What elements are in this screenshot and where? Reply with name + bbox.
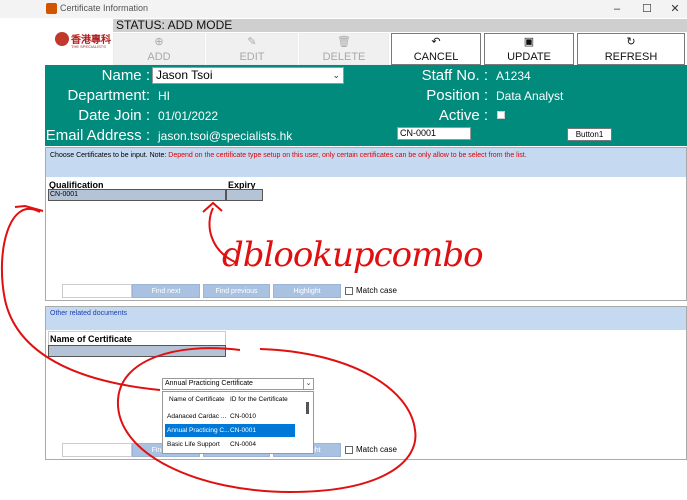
annotation-left-loop xyxy=(1,208,161,391)
annotation-text: dblookupcombo xyxy=(222,235,484,275)
annotation-dropdown-circle xyxy=(116,347,417,494)
